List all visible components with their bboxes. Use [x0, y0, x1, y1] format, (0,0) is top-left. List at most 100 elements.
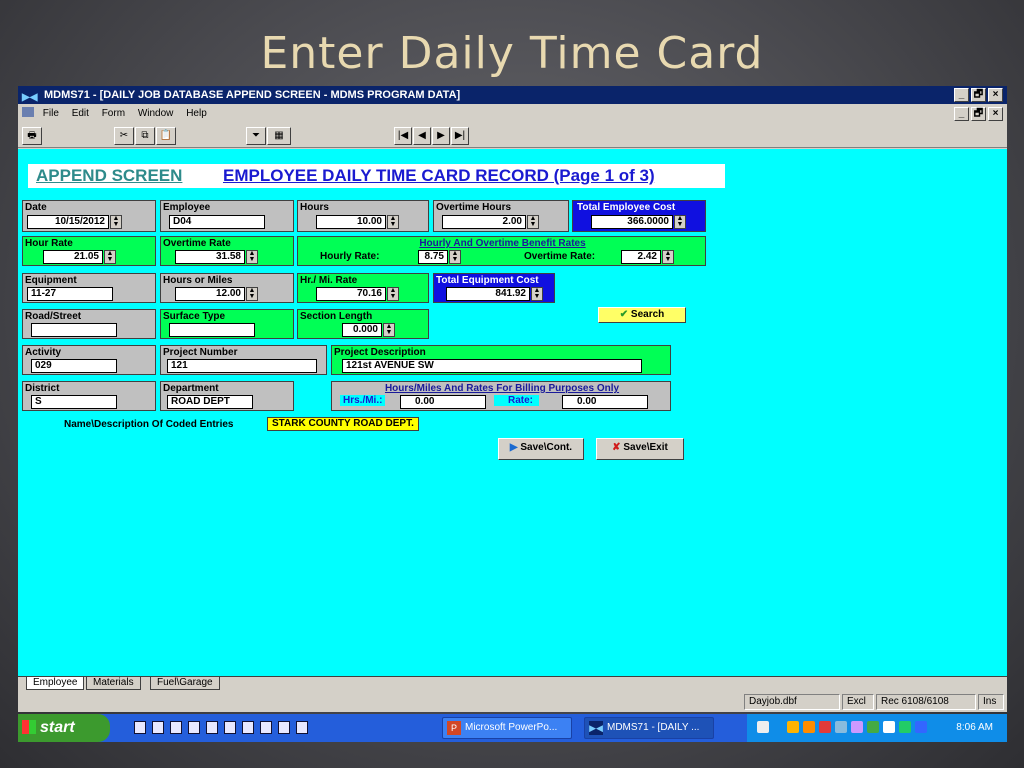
hr-mi-rate-label: Hr./ Mi. Rate — [300, 275, 358, 286]
hr-mi-rate-field[interactable]: 70.16 — [316, 287, 386, 301]
tab-fuel-garage[interactable]: Fuel\Garage — [150, 677, 220, 690]
activity-label: Activity — [25, 347, 62, 358]
surface-type-field[interactable] — [169, 323, 255, 337]
restore-button[interactable]: 🗗 — [971, 88, 986, 102]
employee-group: Employee D04 — [160, 200, 294, 232]
minimize-button[interactable]: _ — [954, 88, 969, 102]
billing-hrs-field[interactable]: 0.00 — [400, 395, 486, 409]
star-icon[interactable] — [278, 721, 290, 734]
billing-group: Hours/Miles And Rates For Billing Purpos… — [331, 381, 671, 411]
hr-mi-rate-spinner[interactable]: ▲ ▼ — [387, 287, 399, 301]
total-equipment-cost-label: Total Equipment Cost — [436, 275, 539, 286]
department-field[interactable]: ROAD DEPT — [167, 395, 253, 409]
menu-help[interactable]: Help — [186, 108, 207, 119]
search-button[interactable]: ✔ Search — [598, 307, 686, 323]
road-street-field[interactable] — [31, 323, 117, 337]
equipment-field[interactable]: 11-27 — [27, 287, 113, 301]
app-quick-icon[interactable] — [296, 721, 308, 734]
activity-field[interactable]: 029 — [31, 359, 117, 373]
overtime-hours-field[interactable]: 2.00 — [442, 215, 526, 229]
excel-icon[interactable] — [170, 721, 182, 734]
save-exit-button[interactable]: ✘ Save\Exit — [596, 438, 684, 460]
project-description-field[interactable]: 121st AVENUE SW — [342, 359, 642, 373]
save-continue-button[interactable]: ▶ Save\Cont. — [498, 438, 584, 460]
equipment-group: Equipment 11-27 — [22, 273, 156, 303]
mdi-minimize-button[interactable]: _ — [954, 107, 969, 121]
paste-icon[interactable]: 📋 — [156, 127, 176, 145]
hour-rate-field[interactable]: 21.05 — [43, 250, 103, 264]
mdi-close-button[interactable]: × — [988, 107, 1003, 121]
tray-icon-3[interactable] — [803, 721, 815, 733]
section-length-field[interactable]: 0.000 — [342, 323, 382, 337]
total-equipment-cost-field[interactable]: 841.92 — [446, 287, 530, 301]
section-length-spinner[interactable]: ▲ ▼ — [383, 323, 395, 337]
last-record-button[interactable]: ▶| — [451, 127, 469, 145]
benefit-overtime-field[interactable]: 2.42 — [621, 250, 661, 264]
department-group: Department ROAD DEPT — [160, 381, 294, 411]
overtime-hours-spinner[interactable]: ▲ ▼ — [527, 215, 539, 229]
clock[interactable]: 8:06 AM — [956, 714, 993, 742]
date-group: Date 10/15/2012 ▲ ▼ — [22, 200, 156, 232]
tray-icon-4[interactable] — [819, 721, 831, 733]
tab-employee[interactable]: Employee — [26, 677, 85, 690]
total-employee-cost-field[interactable]: 366.0000 — [591, 215, 673, 229]
tray-icon-6[interactable] — [851, 721, 863, 733]
word-icon[interactable] — [152, 721, 164, 734]
hours-field[interactable]: 10.00 — [316, 215, 386, 229]
hours-or-miles-field[interactable]: 12.00 — [175, 287, 245, 301]
hours-spinner[interactable]: ▲ ▼ — [387, 215, 399, 229]
benefit-overtime-label: Overtime Rate: — [524, 251, 596, 262]
print-icon[interactable]: 🖶 — [22, 127, 42, 145]
date-spinner[interactable]: ▲ ▼ — [110, 215, 122, 229]
date-field[interactable]: 10/15/2012 — [27, 215, 109, 229]
mdi-doc-icon[interactable] — [22, 107, 34, 117]
employee-field[interactable]: D04 — [169, 215, 265, 229]
menu-edit[interactable]: Edit — [72, 108, 89, 119]
hr-mi-rate-group: Hr./ Mi. Rate 70.16 ▲ ▼ — [297, 273, 429, 303]
billing-rate-field[interactable]: 0.00 — [562, 395, 648, 409]
table-add-icon[interactable]: ▦ — [267, 127, 291, 145]
hourly-rate-spinner[interactable]: ▲ ▼ — [449, 250, 461, 264]
benefit-overtime-spinner[interactable]: ▲ ▼ — [662, 250, 674, 264]
prev-record-button[interactable]: ◀ — [413, 127, 431, 145]
chrome-icon[interactable] — [242, 721, 254, 734]
taskbar-powerpoint[interactable]: P Microsoft PowerPo... — [442, 717, 572, 739]
total-employee-cost-spinner[interactable]: ▲ ▼ — [674, 215, 686, 229]
next-record-button[interactable]: ▶ — [432, 127, 450, 145]
slide-title: Enter Daily Time Card — [260, 28, 764, 79]
hour-rate-spinner[interactable]: ▲ ▼ — [104, 250, 116, 264]
desktop-icon[interactable] — [134, 721, 146, 734]
outlook-icon[interactable] — [206, 721, 218, 734]
window-titlebar[interactable]: ▶◀ MDMS71 - [DAILY JOB DATABASE APPEND S… — [18, 86, 1007, 104]
tray-icon-10[interactable] — [915, 721, 927, 733]
district-field[interactable]: S — [31, 395, 117, 409]
tray-icon-7[interactable] — [867, 721, 879, 733]
project-number-field[interactable]: 121 — [167, 359, 317, 373]
close-button[interactable]: × — [988, 88, 1003, 102]
tray-icon-5[interactable] — [835, 721, 847, 733]
cut-icon[interactable]: ✂ — [114, 127, 134, 145]
menu-window[interactable]: Window — [138, 108, 174, 119]
copy-icon[interactable]: ⧉ — [135, 127, 155, 145]
tray-icon-2[interactable] — [787, 721, 799, 733]
total-equipment-cost-spinner[interactable]: ▲ ▼ — [531, 287, 543, 301]
taskbar-mdms[interactable]: ▶◀ MDMS71 - [DAILY ... — [584, 717, 714, 739]
overtime-rate-field[interactable]: 31.58 — [175, 250, 245, 264]
hours-or-miles-spinner[interactable]: ▲ ▼ — [246, 287, 258, 301]
tray-icon-1[interactable] — [757, 721, 769, 733]
powerpoint-icon[interactable] — [224, 721, 236, 734]
first-record-button[interactable]: |◀ — [394, 127, 412, 145]
menu-form[interactable]: Form — [102, 108, 125, 119]
menu-file[interactable]: File — [43, 108, 59, 119]
app-window: ▶◀ MDMS71 - [DAILY JOB DATABASE APPEND S… — [18, 86, 1007, 712]
folder-icon[interactable] — [260, 721, 272, 734]
tray-icon-9[interactable] — [899, 721, 911, 733]
tray-icon-8[interactable] — [883, 721, 895, 733]
ie-icon[interactable] — [188, 721, 200, 734]
overtime-rate-spinner[interactable]: ▲ ▼ — [246, 250, 258, 264]
tab-materials[interactable]: Materials — [86, 677, 141, 690]
start-button[interactable]: start — [18, 714, 110, 742]
filter-icon[interactable]: ⏷ — [246, 127, 266, 145]
hourly-rate-field[interactable]: 8.75 — [418, 250, 448, 264]
mdi-restore-button[interactable]: 🗗 — [971, 107, 986, 121]
